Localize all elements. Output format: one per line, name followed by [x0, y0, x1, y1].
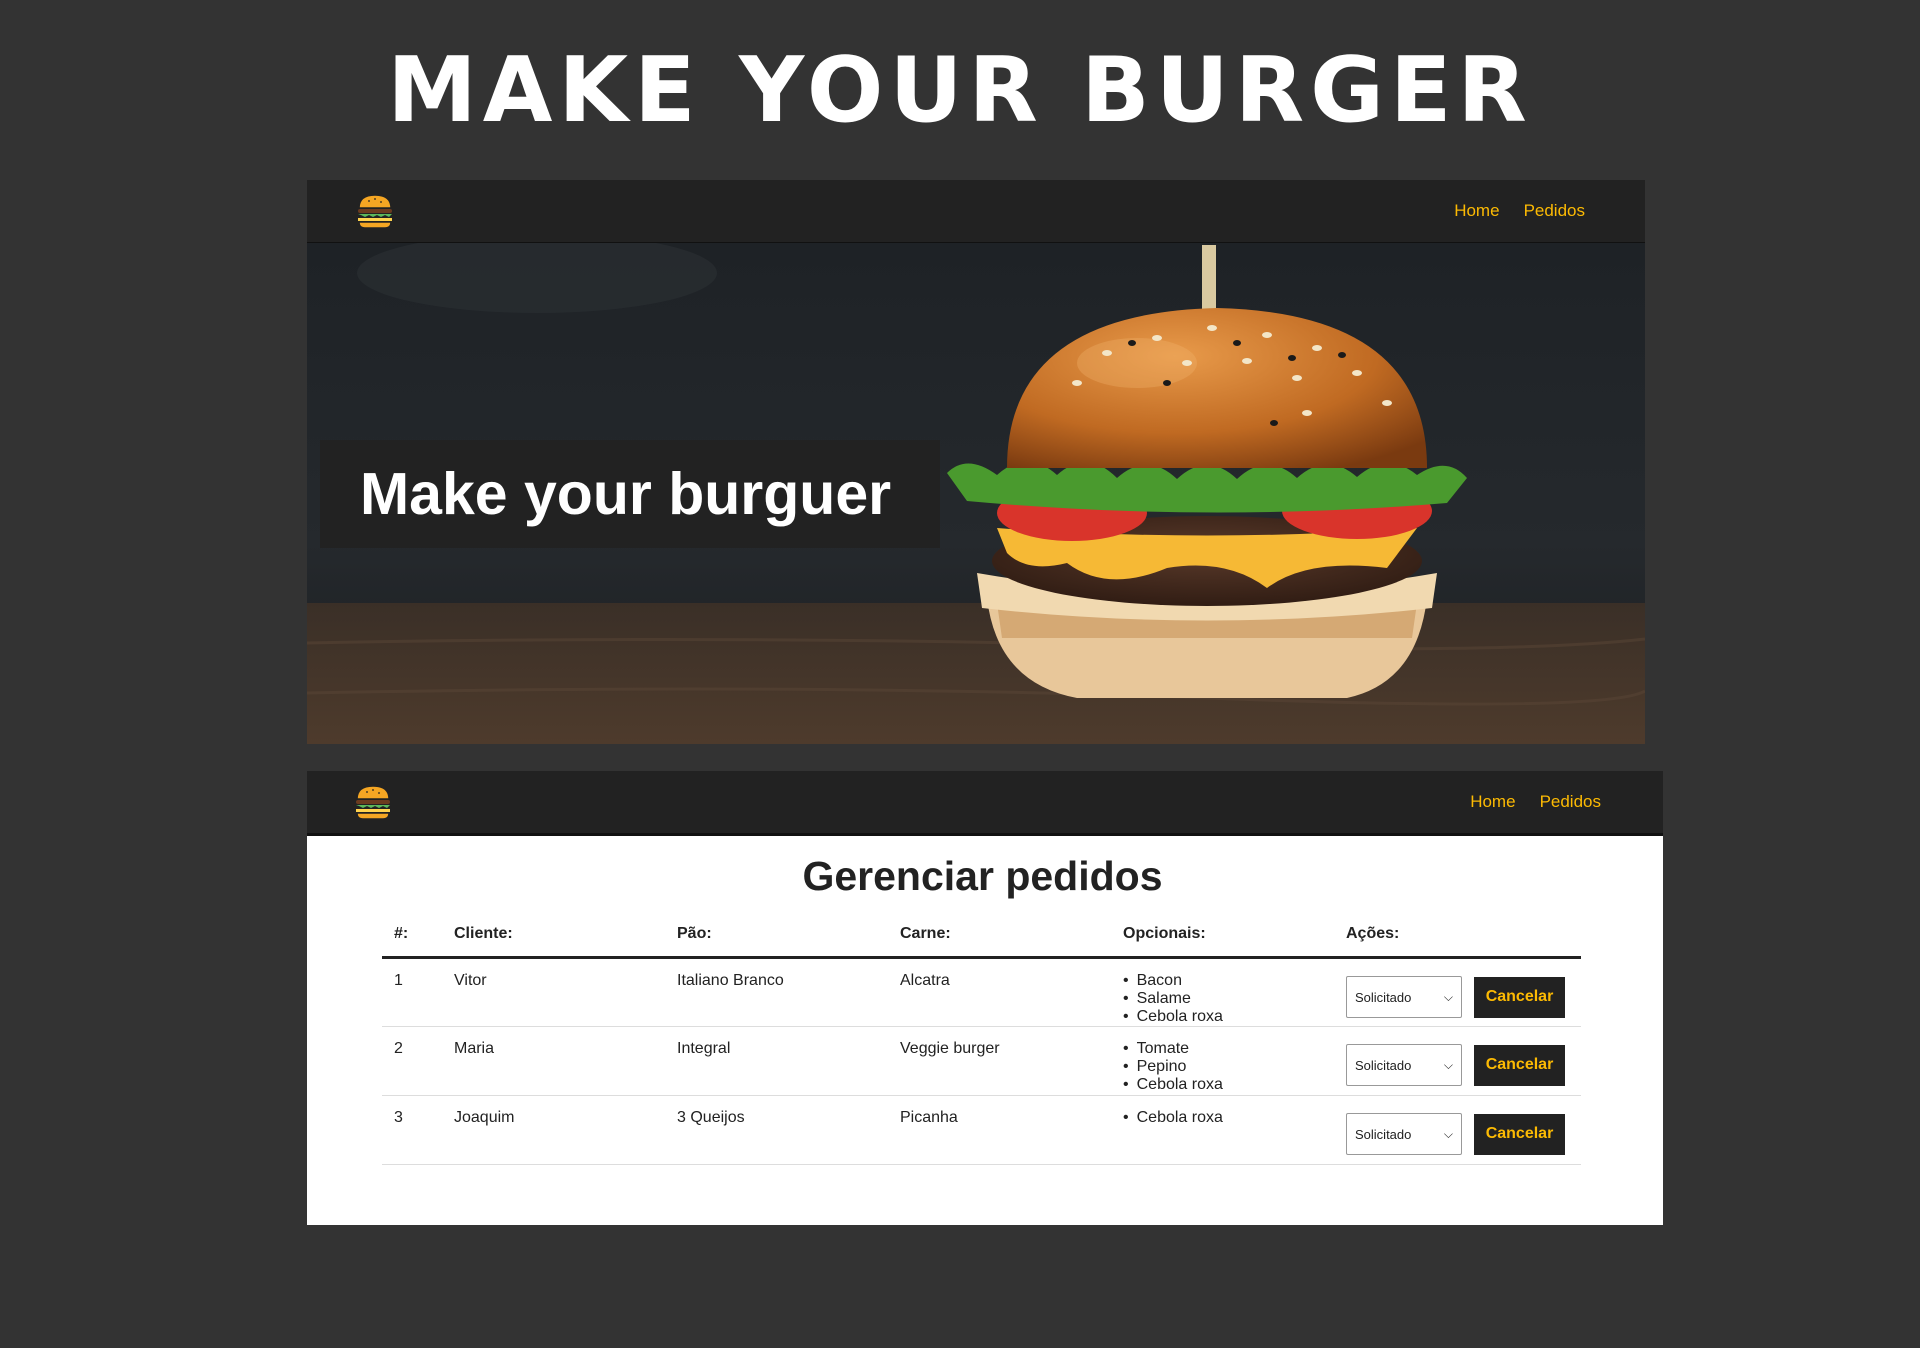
- order-pao: 3 Queijos: [665, 1095, 888, 1165]
- navbar: Home Pedidos: [307, 771, 1663, 836]
- orders-table: #: Cliente: Pão: Carne: Opcionais: Ações…: [382, 924, 1581, 1165]
- table-header-row: #: Cliente: Pão: Carne: Opcionais: Ações…: [382, 924, 1581, 959]
- order-opcionais: Bacon Salame Cebola roxa: [1111, 957, 1334, 1027]
- nav-links: Home Pedidos: [1470, 792, 1601, 812]
- status-value: Solicitado: [1355, 1126, 1412, 1142]
- order-actions: Solicitado ⌵ Cancelar: [1334, 1026, 1581, 1096]
- burger-logo-icon[interactable]: [355, 191, 395, 231]
- order-cliente: Maria: [442, 1026, 665, 1096]
- burger-logo-icon[interactable]: [353, 782, 393, 822]
- order-id: 1: [382, 957, 442, 1027]
- orders-page-title: Gerenciar pedidos: [802, 853, 1163, 899]
- table-row: 2 Maria Integral Veggie burger Tomate Pe…: [382, 1026, 1581, 1096]
- opcional-item: Cebola roxa: [1123, 1076, 1322, 1094]
- order-opcionais: Cebola roxa: [1111, 1095, 1334, 1165]
- opcional-item: Cebola roxa: [1123, 1008, 1322, 1026]
- page-title: MAKE YOUR BURGER: [387, 38, 1533, 143]
- col-header-cliente: Cliente:: [442, 924, 665, 959]
- table-row: 1 Vitor Italiano Branco Alcatra Bacon Sa…: [382, 957, 1581, 1027]
- order-pao: Italiano Branco: [665, 957, 888, 1027]
- status-select[interactable]: Solicitado ⌵: [1346, 976, 1462, 1018]
- hero-heading: Make your burguer: [320, 440, 940, 548]
- status-select[interactable]: Solicitado ⌵: [1346, 1044, 1462, 1086]
- nav-pedidos-link[interactable]: Pedidos: [1540, 792, 1601, 812]
- orders-content: Gerenciar pedidos #: Cliente: Pão: Carne…: [307, 852, 1663, 1165]
- cancel-order-button[interactable]: Cancelar: [1474, 976, 1565, 1018]
- opcional-item: Bacon: [1123, 972, 1322, 990]
- nav-links: Home Pedidos: [1454, 201, 1585, 221]
- nav-home-link[interactable]: Home: [1470, 792, 1515, 812]
- status-value: Solicitado: [1355, 1057, 1412, 1073]
- order-opcionais: Tomate Pepino Cebola roxa: [1111, 1026, 1334, 1096]
- nav-home-link[interactable]: Home: [1454, 201, 1499, 221]
- chevron-down-icon: ⌵: [1443, 989, 1453, 1004]
- order-id: 3: [382, 1095, 442, 1165]
- chevron-down-icon: ⌵: [1443, 1126, 1453, 1141]
- pedidos-screenshot: Home Pedidos Gerenciar pedidos #: Client…: [307, 771, 1663, 1225]
- status-value: Solicitado: [1355, 989, 1412, 1005]
- order-actions: Solicitado ⌵ Cancelar: [1334, 1095, 1581, 1165]
- cancel-order-button[interactable]: Cancelar: [1474, 1113, 1565, 1155]
- order-carne: Alcatra: [888, 957, 1111, 1027]
- hero-banner: Make your burguer: [307, 243, 1645, 744]
- home-screenshot: Home Pedidos Make your burguer: [307, 180, 1645, 744]
- navbar: Home Pedidos: [307, 180, 1645, 243]
- col-header-pao: Pão:: [665, 924, 888, 959]
- order-carne: Picanha: [888, 1095, 1111, 1165]
- order-pao: Integral: [665, 1026, 888, 1096]
- col-header-carne: Carne:: [888, 924, 1111, 959]
- order-carne: Veggie burger: [888, 1026, 1111, 1096]
- opcional-item: Salame: [1123, 990, 1322, 1008]
- order-actions: Solicitado ⌵ Cancelar: [1334, 957, 1581, 1027]
- cancel-order-button[interactable]: Cancelar: [1474, 1044, 1565, 1086]
- col-header-opcionais: Opcionais:: [1111, 924, 1334, 959]
- col-header-acoes: Ações:: [1334, 924, 1581, 959]
- status-select[interactable]: Solicitado ⌵: [1346, 1113, 1462, 1155]
- opcional-item: Tomate: [1123, 1040, 1322, 1058]
- opcional-item: Pepino: [1123, 1058, 1322, 1076]
- table-row: 3 Joaquim 3 Queijos Picanha Cebola roxa …: [382, 1095, 1581, 1165]
- order-cliente: Vitor: [442, 957, 665, 1027]
- nav-pedidos-link[interactable]: Pedidos: [1524, 201, 1585, 221]
- chevron-down-icon: ⌵: [1443, 1057, 1453, 1072]
- order-id: 2: [382, 1026, 442, 1096]
- order-cliente: Joaquim: [442, 1095, 665, 1165]
- opcional-item: Cebola roxa: [1123, 1109, 1322, 1127]
- col-header-id: #:: [382, 924, 442, 959]
